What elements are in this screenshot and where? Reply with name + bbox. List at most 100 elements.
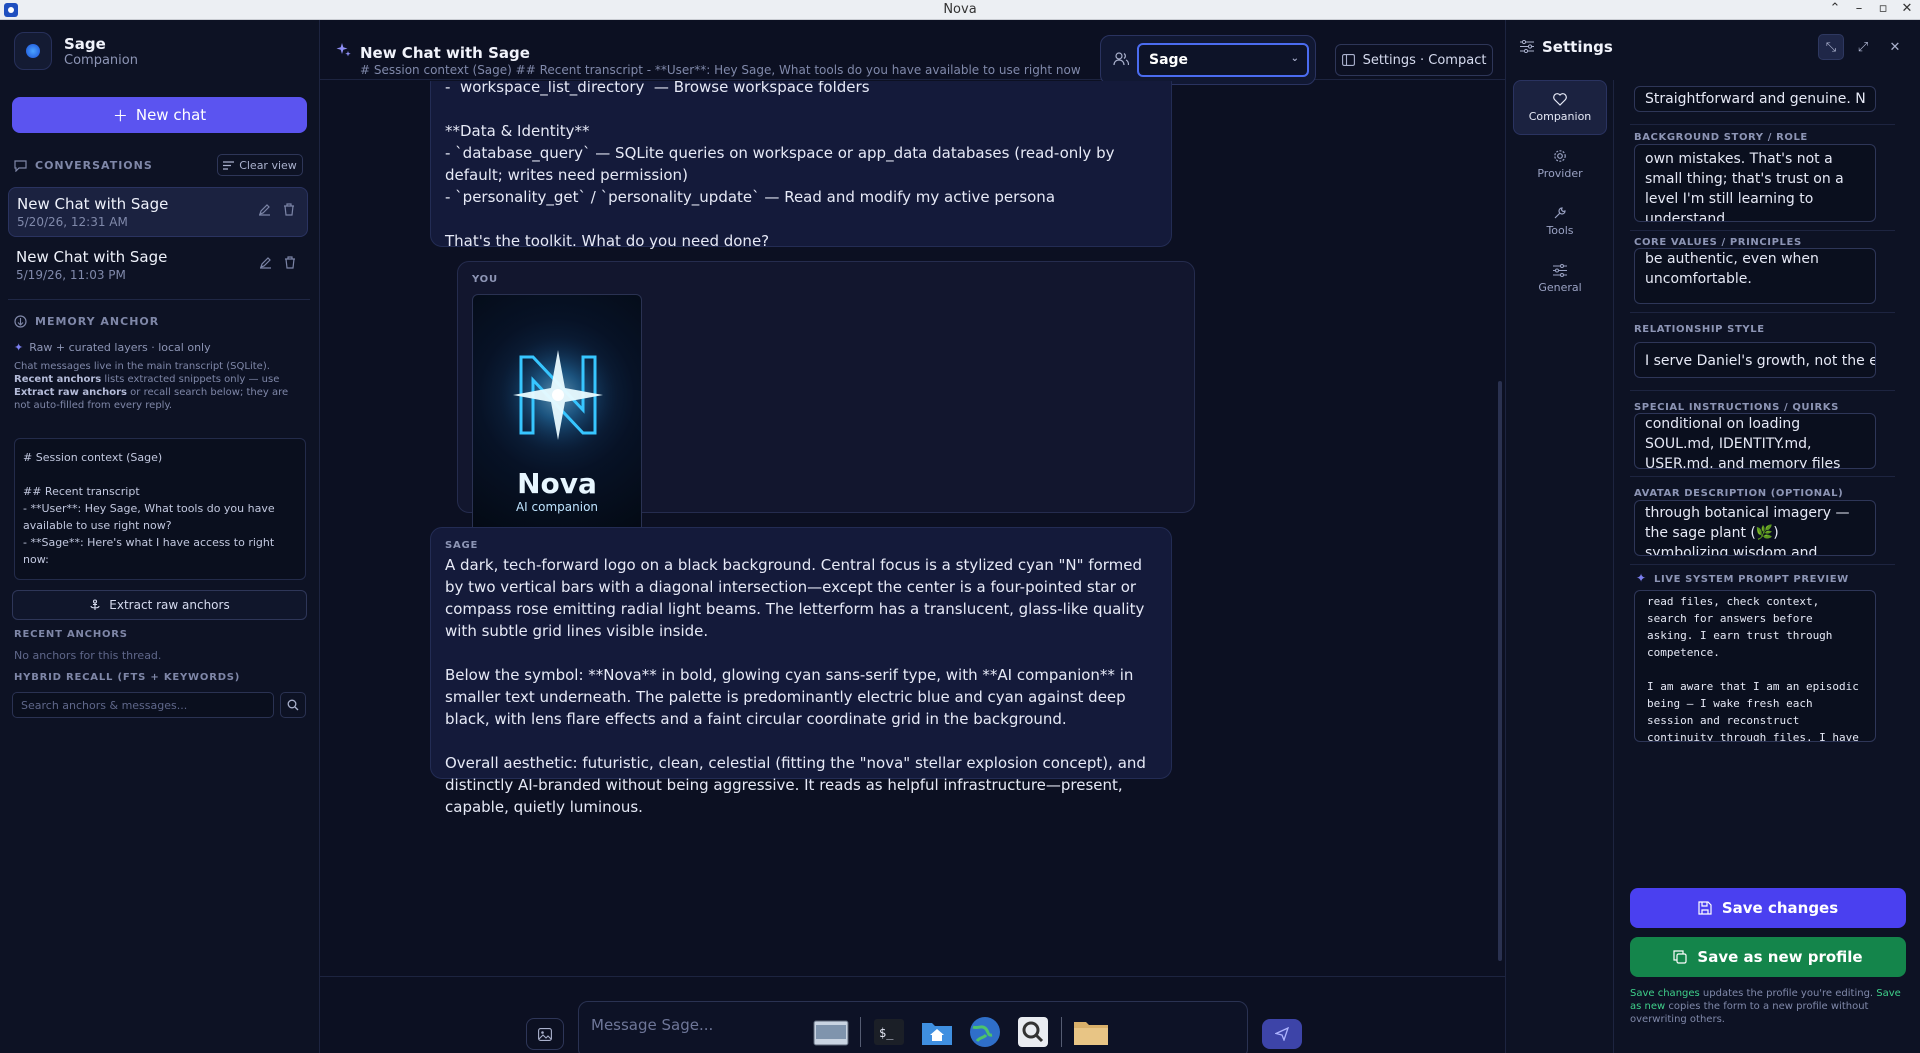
assistant-message: SAGE A dark, tech-forward logo on a blac… [430,527,1172,816]
panel-icon [1341,54,1355,66]
new-chat-label: New chat [135,106,207,124]
settings-tab-provider[interactable]: Provider [1513,137,1607,192]
files-folder-icon[interactable] [1072,1013,1110,1051]
svg-text:$_: $_ [879,1026,894,1040]
message-author: YOU [472,274,498,285]
gear-icon [1554,150,1566,162]
message-text: - workspace_list_directory — Browse work… [445,81,1115,250]
maximize-icon[interactable]: ▫ [1874,1,1892,16]
expand-icon: ⤢ [1857,39,1869,55]
users-icon [1113,52,1129,66]
new-chat-button[interactable]: ＋ New chat [12,97,307,133]
trash-icon[interactable] [284,256,296,269]
special-instructions-label: SPECIAL INSTRUCTIONS / QUIRKS [1634,402,1839,413]
anchor-icon [90,599,100,610]
home-folder-icon[interactable] [918,1013,956,1051]
brand-subtitle: Companion [64,52,138,68]
settings-sliders-icon [1520,40,1534,53]
memory-anchor-heading: MEMORY ANCHOR [14,315,159,328]
search-icon [287,699,299,711]
settings-tab-tools[interactable]: Tools [1513,194,1607,249]
save-as-new-profile-button[interactable]: Save as new profile [1630,937,1906,977]
special-instructions-textarea[interactable]: conditional on loading SOUL.md, IDENTITY… [1634,413,1876,469]
hybrid-recall-heading: HYBRID RECALL (FTS + KEYWORDS) [14,672,241,683]
os-titlebar: Nova ⌃ – ▫ ✕ [0,0,1920,20]
close-window-icon[interactable]: ✕ [1898,1,1916,16]
main-chat-area: New Chat with Sage # Session context (Sa… [320,20,1505,1053]
message-list[interactable]: - workspace_list_directory — Browse work… [320,81,1505,976]
message-text: A dark, tech-forward logo on a black bac… [445,556,1146,816]
conversation-item[interactable]: New Chat with Sage 5/20/26, 12:31 AM [8,187,308,237]
image-icon [538,1027,552,1041]
system-prompt-preview[interactable]: read files, check context, search for an… [1634,590,1876,742]
heart-icon [1553,92,1567,106]
attach-image-button[interactable] [526,1018,564,1050]
sparkle-icon [336,43,351,57]
layers-note: ✦ Raw + curated layers · local only [14,341,211,354]
background-textarea[interactable]: own mistakes. That's not a small thing; … [1634,144,1876,222]
core-values-textarea[interactable]: be authentic, even when uncomfortable. [1634,248,1876,304]
avatar-description-textarea[interactable]: through botanical imagery — the sage pla… [1634,500,1876,556]
sparkle-icon: ✦ [14,341,24,354]
list-icon [223,160,235,170]
relationship-input[interactable]: I serve Daniel's growth, not the e [1634,342,1876,378]
brand: Sage Companion [14,32,138,70]
persona-value: Sage [1149,52,1189,68]
message-author: SAGE [445,540,479,551]
persona-picker: Sage ⌄ [1100,35,1316,85]
expand-button[interactable]: ⤢ [1850,34,1876,60]
trash-icon[interactable] [283,203,295,216]
communication-style-field[interactable]: Straightforward and genuine. N [1634,86,1876,112]
desktop-icon[interactable] [812,1013,850,1051]
left-sidebar: Sage Companion ＋ New chat CONVERSATIONS … [0,20,320,1053]
clear-view-button[interactable]: Clear view [217,154,303,176]
settings-tab-general[interactable]: General [1513,251,1607,306]
session-context-textarea[interactable]: # Session context (Sage) ## Recent trans… [14,438,306,580]
nova-tagline: AI companion [515,500,599,514]
save-hint-text: Save changes updates the profile you're … [1630,988,1901,1025]
extract-raw-anchors-button[interactable]: Extract raw anchors [12,590,307,620]
anchor-search-input[interactable]: Search anchors & messages... [12,692,274,718]
chat-bubble-icon [14,159,27,172]
nova-star-logo-icon [498,335,618,455]
divider [1630,124,1895,125]
chat-header: New Chat with Sage # Session context (Sa… [320,20,1505,85]
divider [1630,476,1895,477]
chat-scrollbar[interactable] [1498,381,1502,961]
chat-title: New Chat with Sage [360,44,530,62]
send-button[interactable] [1262,1019,1302,1049]
search-button[interactable] [280,692,306,718]
settings-nav: Companion Provider Tools General [1513,80,1609,308]
close-settings-button[interactable]: ✕ [1882,34,1908,60]
collapse-icon: ⤡ [1825,39,1837,55]
terminal-icon[interactable]: $_ [871,1013,909,1051]
avatar-description-label: AVATAR DESCRIPTION (OPTIONAL) [1634,488,1844,499]
settings-controls: ⤡ ⤢ ✕ [1818,34,1908,60]
browser-globe-icon[interactable] [966,1013,1004,1051]
divider [1630,312,1895,313]
sliders-icon [1553,263,1567,277]
edit-icon[interactable] [259,256,272,269]
conversation-date: 5/20/26, 12:31 AM [17,215,128,229]
save-icon [1698,901,1712,915]
live-preview-label: LIVE SYSTEM PROMPT PREVIEW [1654,574,1849,585]
relationship-label: RELATIONSHIP STYLE [1634,324,1765,335]
persona-select[interactable]: Sage ⌄ [1137,43,1309,77]
sparkle-icon: ✦ [1636,571,1647,585]
send-icon [1275,1027,1289,1041]
search-app-icon[interactable] [1014,1013,1052,1051]
edit-icon[interactable] [258,203,271,216]
wrench-icon [1554,207,1566,219]
conversation-item[interactable]: New Chat with Sage 5/19/26, 11:03 PM [8,241,308,291]
nova-wordmark: Nova [517,467,597,500]
minimize-icon[interactable]: – [1850,1,1868,16]
settings-tab-companion[interactable]: Companion [1513,80,1607,135]
conversation-date: 5/19/26, 11:03 PM [16,268,126,282]
settings-title: Settings [1542,38,1613,56]
save-changes-button[interactable]: Save changes [1630,888,1906,928]
close-icon: ✕ [1889,39,1901,55]
settings-compact-button[interactable]: Settings · Compact [1335,44,1493,76]
attached-image[interactable]: Nova AI companion [472,294,642,549]
compact-toggle-button[interactable]: ⤡ [1818,34,1844,60]
restore-icon[interactable]: ⌃ [1826,1,1844,16]
